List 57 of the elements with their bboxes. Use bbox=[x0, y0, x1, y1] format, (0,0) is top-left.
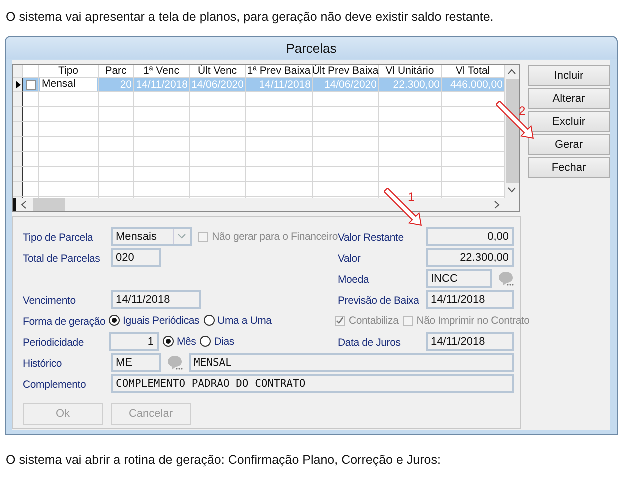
scroll-left-icon[interactable] bbox=[21, 200, 27, 208]
table-cell: 14/11/2018 bbox=[134, 78, 190, 92]
action-button[interactable]: Gerar bbox=[528, 134, 610, 155]
field-label: Data de Juros bbox=[338, 336, 402, 348]
cell-editor[interactable]: Mensal bbox=[40, 78, 97, 91]
action-button[interactable]: Fechar bbox=[528, 157, 610, 178]
description-field[interactable]: MENSAL bbox=[189, 353, 514, 372]
annotation-number: 1 bbox=[408, 190, 415, 204]
table-cell: 446.000,00 bbox=[442, 78, 505, 92]
table-cell: 14/06/2020 bbox=[190, 78, 246, 92]
window-title: Parcelas bbox=[286, 40, 337, 56]
field-label: Total de Parcelas bbox=[23, 252, 102, 264]
radio-option[interactable]: Mês bbox=[163, 336, 196, 348]
radio-option[interactable]: Dias bbox=[200, 336, 234, 348]
paragraph: O sistema vai abrir a rotina de geração: Confirmação Plano, Correção e Juros: bbox=[6, 452, 441, 468]
dropdown[interactable]: Mensais bbox=[111, 227, 192, 246]
input-field[interactable]: INCC bbox=[426, 269, 492, 288]
field-label: Tipo de Parcela bbox=[23, 232, 94, 244]
date-field[interactable]: 14/11/2018 bbox=[426, 290, 514, 309]
field-label: Forma de geração bbox=[23, 316, 107, 328]
table-cell: 14/06/2020 bbox=[313, 78, 379, 92]
table-cell: 14/11/2018 bbox=[246, 78, 313, 92]
scroll-thumb[interactable] bbox=[33, 198, 65, 211]
table-cell: 20 bbox=[99, 78, 134, 92]
field-label: Valor Restante bbox=[338, 232, 405, 244]
annotation-number: 2 bbox=[519, 104, 526, 118]
checkmark-icon bbox=[336, 316, 344, 325]
scroll-right-icon[interactable] bbox=[494, 200, 500, 208]
scroll-thumb[interactable] bbox=[506, 79, 518, 183]
field-label: Vencimento bbox=[23, 294, 77, 306]
date-field[interactable]: 14/11/2018 bbox=[111, 290, 201, 309]
checkbox[interactable] bbox=[26, 80, 36, 90]
action-button[interactable]: Alterar bbox=[528, 88, 610, 109]
table-cell: 22.300,00 bbox=[379, 78, 442, 92]
scroll-down-icon[interactable] bbox=[508, 187, 516, 193]
number-field[interactable]: 1 bbox=[109, 332, 159, 351]
field-label: Histórico bbox=[23, 358, 64, 370]
action-button[interactable]: Incluir bbox=[528, 65, 610, 86]
amount-field[interactable]: 0,00 bbox=[426, 227, 514, 246]
field-label: Valor bbox=[338, 252, 362, 264]
radio-option[interactable]: Uma a Uma bbox=[204, 314, 272, 326]
field-label: Previsão de Baixa bbox=[338, 294, 420, 306]
action-button[interactable]: Excluir bbox=[528, 111, 610, 132]
field-label: Complemento bbox=[23, 378, 88, 390]
input-field[interactable]: COMPLEMENTO PADRAO DO CONTRATO bbox=[111, 374, 514, 393]
vertical-scrollbar[interactable] bbox=[505, 65, 519, 211]
date-field[interactable]: 14/11/2018 bbox=[426, 332, 514, 351]
scroll-up-icon[interactable] bbox=[508, 69, 516, 75]
caret-icon bbox=[178, 234, 186, 239]
field-label: Moeda bbox=[338, 274, 370, 286]
row-header[interactable] bbox=[13, 78, 23, 92]
input-field[interactable]: 020 bbox=[111, 248, 161, 267]
radio-option[interactable]: Iguais Periódicas bbox=[109, 314, 200, 326]
code-field[interactable]: ME bbox=[111, 353, 161, 372]
paragraph: O sistema vai apresentar a tela de planos, para geração não deve existir saldo restante. bbox=[6, 9, 494, 25]
amount-field[interactable]: 22.300,00 bbox=[426, 248, 514, 267]
field-label: Periodicidade bbox=[23, 336, 86, 348]
